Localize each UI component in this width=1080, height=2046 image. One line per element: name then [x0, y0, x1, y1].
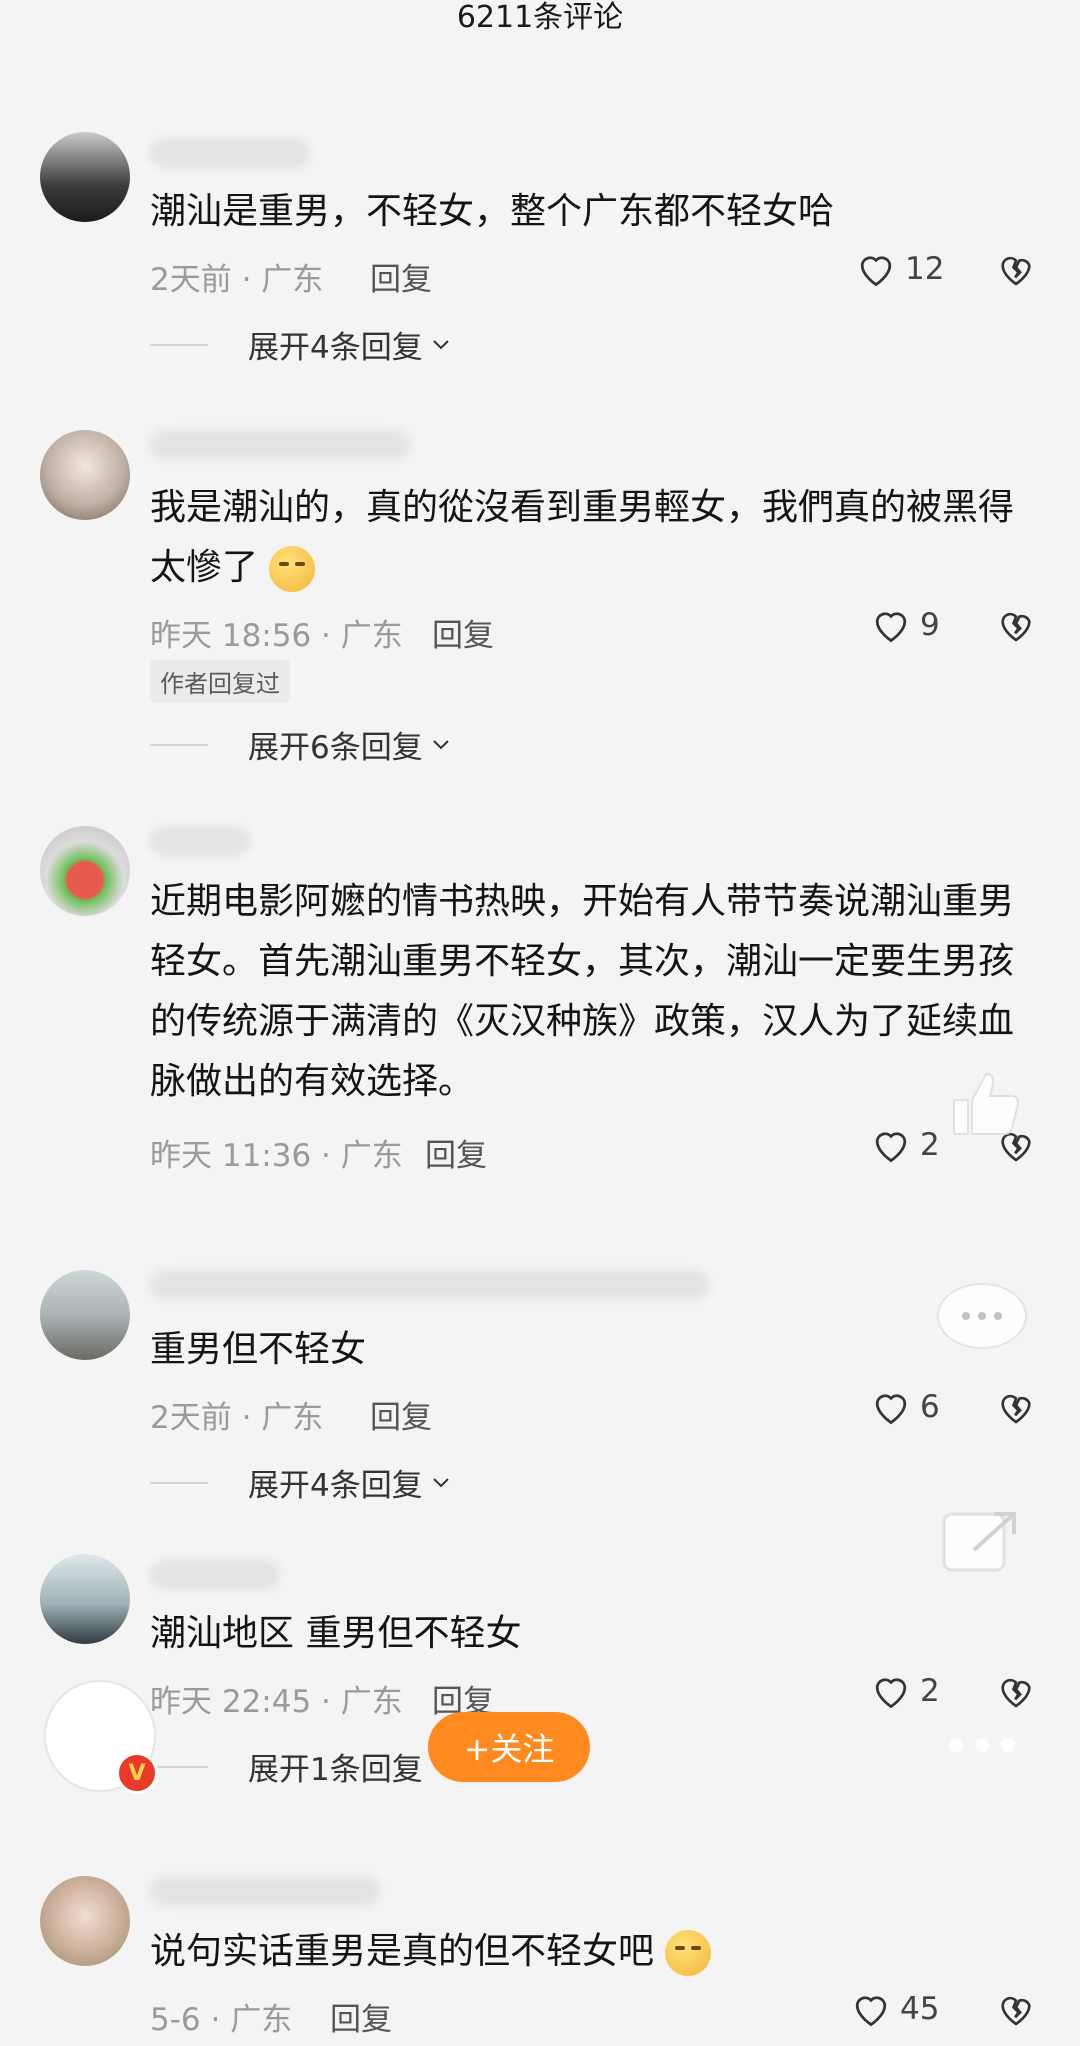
expand-replies[interactable]: 展开4条回复	[150, 322, 451, 367]
comment-count-title: 6211条评论	[456, 0, 624, 35]
thumbs-up-icon[interactable]	[934, 1060, 1030, 1140]
expand-replies[interactable]: 展开4条回复	[150, 1460, 451, 1505]
heart-icon	[855, 1996, 887, 2027]
divider-line	[150, 743, 208, 746]
dislike-button[interactable]	[996, 1672, 1036, 1714]
broken-heart-icon	[1001, 1996, 1031, 2026]
chevron-down-icon	[433, 1477, 449, 1487]
expand-label: 展开4条回复	[248, 1468, 423, 1504]
author-replied-tag: 作者回复过	[150, 660, 290, 703]
broken-heart-icon	[1001, 256, 1031, 286]
broken-heart-icon	[1001, 612, 1031, 642]
comment-text: 我是潮汕的，真的從沒看到重男輕女，我們真的被黑得太慘了	[150, 478, 1040, 598]
comment-text: 潮汕地区 重男但不轻女	[150, 1613, 522, 1654]
chevron-down-icon	[433, 339, 449, 349]
like-count: 6	[920, 1389, 940, 1425]
comment-text: 近期电影阿嬷的情书热映，开始有人带节奏说潮汕重男轻女。首先潮汕重男不轻女，其次，…	[150, 881, 1015, 1102]
username-blurred	[150, 1876, 380, 1906]
comment-time: 昨天 18:56 · 广东	[150, 618, 403, 654]
like-button[interactable]: 2	[870, 1672, 940, 1710]
like-button[interactable]: 9	[870, 606, 940, 644]
avatar[interactable]	[40, 1554, 130, 1644]
reply-button[interactable]: 回复	[432, 610, 494, 655]
comments-header: 6211条评论	[0, 0, 1080, 40]
like-button[interactable]: 6	[870, 1388, 940, 1426]
chevron-down-icon	[433, 739, 449, 749]
heart-icon	[860, 256, 892, 287]
verified-badge-icon: V	[116, 1752, 158, 1794]
broken-heart-icon	[1001, 1678, 1031, 1708]
divider-line	[150, 1481, 208, 1484]
like-button[interactable]: 12	[855, 250, 944, 288]
like-button[interactable]: 45	[850, 1990, 939, 2028]
comment-bubble-icon[interactable]	[934, 1280, 1030, 1360]
dislike-button[interactable]	[996, 1388, 1036, 1430]
reply-button[interactable]: 回复	[330, 1994, 392, 2039]
comment-text-content: 说句实话重男是真的但不轻女吧	[150, 1931, 655, 1972]
comment-text: 说句实话重男是真的但不轻女吧	[150, 1922, 1040, 1982]
broken-heart-icon	[1001, 1394, 1031, 1424]
share-icon[interactable]	[934, 1500, 1030, 1580]
avatar[interactable]	[40, 1270, 130, 1360]
expand-label: 展开4条回复	[248, 330, 423, 366]
avatar[interactable]	[40, 430, 130, 520]
heart-icon	[875, 1678, 907, 1709]
heart-icon	[875, 1132, 907, 1163]
follow-button[interactable]: +关注	[428, 1712, 590, 1782]
comment-text: 重男但不轻女	[150, 1329, 367, 1370]
expand-replies[interactable]: 展开1条回复	[150, 1744, 451, 1789]
avatar[interactable]	[40, 132, 130, 222]
username-blurred	[150, 138, 310, 168]
heart-icon	[875, 1394, 907, 1425]
comment-time: 昨天 11:36 · 广东	[150, 1138, 403, 1174]
comment-time: 2天前 · 广东	[150, 262, 324, 298]
username-blurred	[150, 1560, 280, 1590]
dislike-button[interactable]	[996, 606, 1036, 648]
more-dots-icon[interactable]	[934, 1730, 1030, 1760]
comment-time: 昨天 22:45 · 广东	[150, 1684, 403, 1720]
comment-text: 潮汕是重男，不轻女，整个广东都不轻女哈	[150, 191, 835, 232]
reply-button[interactable]: 回复	[370, 1392, 432, 1437]
divider-line	[150, 1765, 208, 1768]
dislike-button[interactable]	[996, 1990, 1036, 2032]
comment-time: 5-6 · 广东	[150, 2002, 293, 2038]
username-blurred	[150, 826, 250, 856]
like-count: 45	[900, 1991, 940, 2027]
comment-time: 2天前 · 广东	[150, 1400, 324, 1436]
reply-button[interactable]: 回复	[370, 254, 432, 299]
heart-icon	[875, 612, 907, 643]
like-count: 9	[920, 607, 940, 643]
uploader-avatar[interactable]: V	[44, 1680, 158, 1794]
username-blurred	[150, 430, 410, 460]
expand-label: 展开6条回复	[248, 730, 423, 766]
expand-label: 展开1条回复	[248, 1752, 423, 1788]
dislike-button[interactable]	[996, 250, 1036, 292]
avatar[interactable]	[40, 1876, 130, 1966]
like-count: 2	[920, 1673, 940, 1709]
like-button[interactable]: 2	[870, 1126, 940, 1164]
expand-replies[interactable]: 展开6条回复	[150, 722, 451, 767]
avatar[interactable]	[40, 826, 130, 916]
like-count: 12	[905, 251, 945, 287]
persevering-face-icon	[665, 1930, 712, 1976]
username-blurred	[150, 1270, 710, 1300]
reply-button[interactable]: 回复	[425, 1130, 487, 1175]
divider-line	[150, 343, 208, 346]
crying-face-icon	[269, 546, 316, 592]
